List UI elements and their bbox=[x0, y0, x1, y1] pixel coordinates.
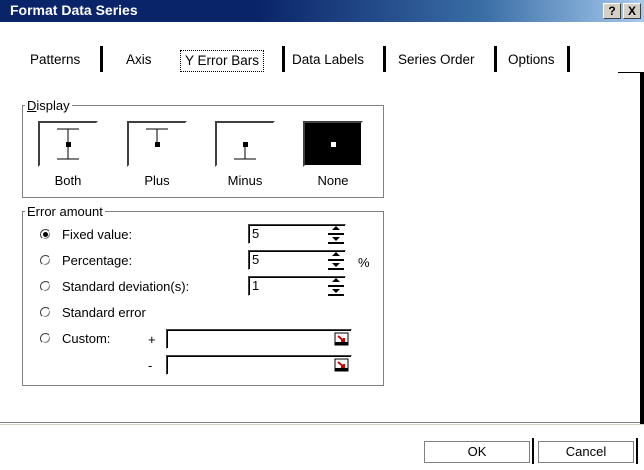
button-separator bbox=[636, 438, 638, 464]
percentage-radio[interactable] bbox=[40, 255, 51, 266]
display-plus-option[interactable] bbox=[127, 121, 187, 167]
tab-separator bbox=[100, 46, 103, 72]
fixed-value-radio[interactable] bbox=[40, 229, 51, 240]
spinner-up-icon[interactable] bbox=[328, 250, 344, 260]
custom-plus-sign: + bbox=[148, 332, 156, 347]
error-amount-group-label: Error amount bbox=[27, 204, 103, 219]
tab-data-labels[interactable]: Data Labels bbox=[288, 48, 368, 72]
error-bar-both-icon bbox=[57, 128, 79, 160]
fixed-value-spinner[interactable] bbox=[328, 224, 344, 244]
custom-plus-field[interactable] bbox=[166, 329, 352, 349]
percentage-label: Percentage: bbox=[62, 253, 133, 268]
custom-label: Custom: bbox=[62, 331, 111, 346]
tab-patterns[interactable]: Patterns bbox=[26, 48, 84, 72]
custom-radio[interactable] bbox=[40, 333, 51, 344]
tab-separator bbox=[383, 46, 386, 72]
display-none-option[interactable] bbox=[303, 121, 363, 167]
tab-axis[interactable]: Axis bbox=[122, 48, 156, 72]
tab-separator bbox=[567, 46, 570, 72]
error-bar-plus-icon bbox=[146, 128, 168, 147]
display-minus-label: Minus bbox=[227, 173, 263, 188]
percentage-spinner[interactable] bbox=[328, 250, 344, 270]
ok-button[interactable]: OK bbox=[424, 441, 530, 463]
custom-minus-sign: - bbox=[148, 358, 153, 373]
display-plus-label: Plus bbox=[144, 173, 170, 188]
panel-border bbox=[0, 422, 640, 423]
custom-minus-field[interactable] bbox=[166, 355, 352, 375]
error-bar-minus-icon bbox=[234, 142, 256, 160]
display-both-label: Both bbox=[54, 173, 82, 188]
standard-error-label: Standard error bbox=[62, 305, 146, 320]
error-bar-none-icon bbox=[331, 142, 336, 147]
help-button[interactable]: ? bbox=[603, 3, 621, 19]
tab-separator bbox=[494, 46, 497, 72]
fixed-value-label: Fixed value: bbox=[62, 227, 133, 242]
percent-unit-label: % bbox=[358, 255, 370, 270]
spinner-down-icon[interactable] bbox=[328, 260, 344, 270]
standard-deviation-spinner[interactable] bbox=[328, 276, 344, 296]
tab-series-order[interactable]: Series Order bbox=[394, 48, 479, 72]
spinner-up-icon[interactable] bbox=[328, 276, 344, 286]
window-title: Format Data Series bbox=[10, 2, 138, 18]
collapse-dialog-icon[interactable] bbox=[334, 331, 350, 347]
panel-border bbox=[0, 424, 644, 425]
display-minus-option[interactable] bbox=[215, 121, 275, 167]
standard-error-radio[interactable] bbox=[40, 307, 51, 318]
display-group-label-rest: isplay bbox=[36, 98, 70, 113]
title-bar: Format Data Series ? X bbox=[0, 0, 644, 22]
spinner-down-icon[interactable] bbox=[328, 234, 344, 244]
tab-options[interactable]: Options bbox=[504, 48, 559, 72]
display-none-label: None bbox=[317, 173, 349, 188]
collapse-dialog-icon[interactable] bbox=[334, 357, 350, 373]
close-button[interactable]: X bbox=[623, 3, 641, 19]
cancel-button[interactable]: Cancel bbox=[538, 441, 634, 463]
tab-separator bbox=[282, 46, 285, 72]
standard-deviation-radio[interactable] bbox=[40, 281, 51, 292]
tab-y-error-bars[interactable]: Y Error Bars bbox=[180, 50, 265, 72]
spinner-down-icon[interactable] bbox=[328, 286, 344, 296]
display-both-option[interactable] bbox=[38, 121, 98, 167]
display-group-label: Display bbox=[27, 98, 70, 113]
spinner-up-icon[interactable] bbox=[328, 224, 344, 234]
panel-border bbox=[640, 72, 644, 424]
standard-deviation-label: Standard deviation(s): bbox=[62, 279, 190, 294]
button-separator bbox=[532, 438, 534, 464]
